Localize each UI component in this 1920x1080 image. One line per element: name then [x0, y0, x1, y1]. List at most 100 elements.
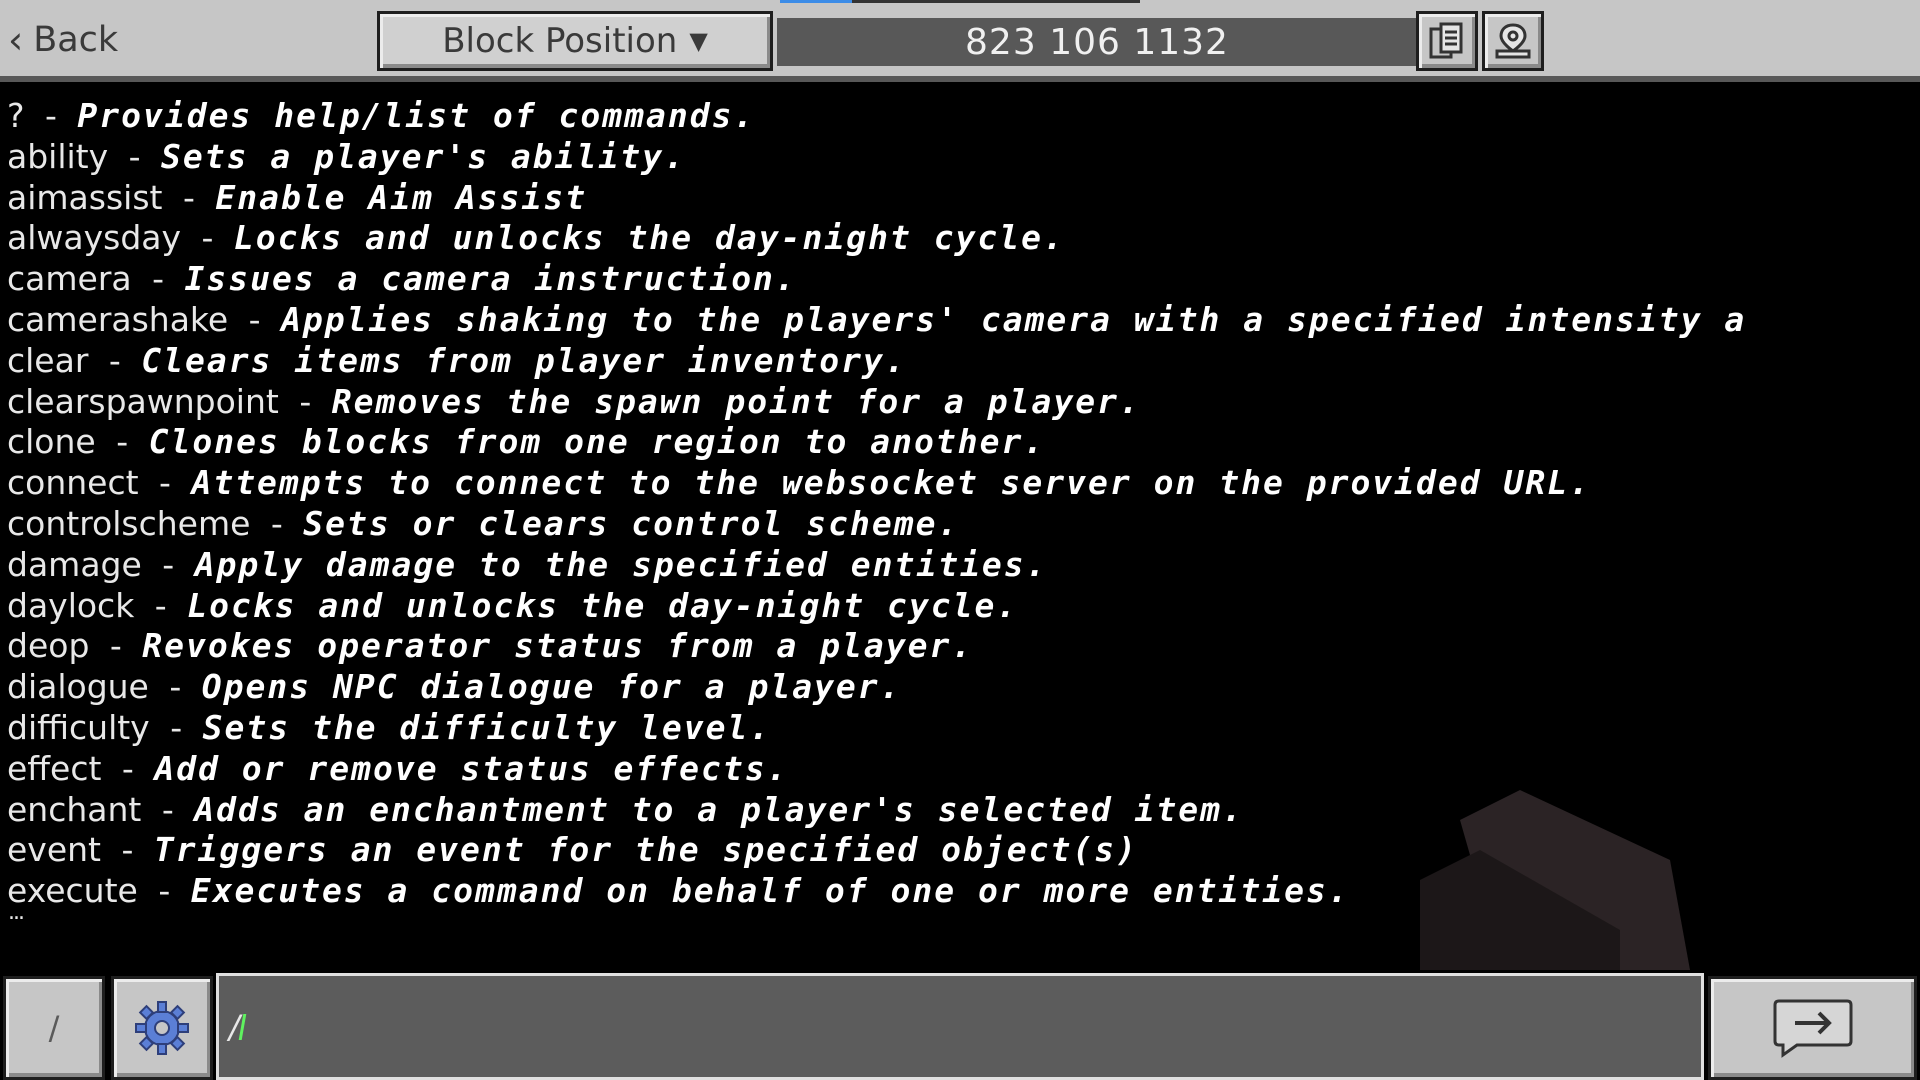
command-name: daylock: [7, 585, 135, 625]
command-name: dialogue: [7, 667, 149, 707]
command-description: Applies shaking to the players' camera w…: [281, 300, 1747, 339]
chat-line: aimassist - Enable Aim Assist: [7, 178, 587, 218]
chat-line: difficulty - Sets the difficulty level.: [7, 708, 771, 748]
command-separator: -: [128, 136, 141, 176]
command-description: Triggers an event for the specified obje…: [153, 830, 1138, 870]
command-description: Issues a camera instruction.: [184, 259, 797, 299]
command-separator: -: [248, 300, 261, 339]
game-screen: ‹ Back Block Position ▼ 823 106 1132 ? -…: [0, 0, 1920, 1080]
chat-output: ? - Provides help/list of commands. abili…: [0, 90, 1920, 970]
command-name: clearspawnpoint: [7, 381, 279, 421]
chat-line: daylock - Locks and unlocks the day-nigh…: [7, 586, 1018, 626]
command-name: event: [7, 830, 101, 870]
command-name: enchant: [7, 789, 142, 829]
chat-line: connect - Attempts to connect to the web…: [7, 463, 1591, 503]
command-separator: -: [108, 340, 121, 380]
command-description: Add or remove status effects.: [154, 748, 789, 788]
chat-line: deop - Revokes operator status from a pl…: [7, 626, 973, 666]
command-name: deop: [7, 626, 90, 666]
command-description: Locks and unlocks the day-night cycle.: [233, 218, 1065, 258]
command-separator: -: [152, 259, 165, 299]
command-name: camerashake: [7, 300, 229, 339]
command-description: Enable Aim Assist: [215, 177, 588, 217]
dropdown-label: Block Position: [442, 21, 678, 61]
gear-icon: [135, 1001, 189, 1055]
chat-line: alwaysday - Locks and unlocks the day-ni…: [7, 218, 1065, 258]
chat-line: clone - Clones blocks from one region to…: [7, 422, 1045, 462]
command-name: camera: [7, 259, 132, 299]
command-separator: -: [170, 708, 183, 747]
chat-settings-button[interactable]: [111, 976, 213, 1080]
command-separator: -: [154, 585, 167, 625]
command-name: difficulty: [7, 708, 150, 747]
coordinates-readout: 823 106 1132: [777, 18, 1417, 66]
command-description: Removes the spawn point for a player.: [331, 381, 1141, 421]
background-decoration: [1420, 790, 1690, 970]
chat-line: controlscheme - Sets or clears control s…: [7, 504, 959, 544]
command-description: Attempts to connect to the websocket ser…: [191, 463, 1591, 503]
bottom-bar: / /: [0, 970, 1920, 1080]
chat-line: event - Triggers an event for the specif…: [7, 830, 1138, 870]
slash-label: /: [48, 1009, 60, 1047]
tab-indicator-active: [780, 0, 852, 3]
chat-line: execute - Executes a command on behalf o…: [7, 871, 1350, 911]
caret-down-icon: ▼: [689, 27, 708, 55]
command-separator: -: [162, 544, 175, 584]
command-separator: -: [158, 871, 171, 911]
command-separator: -: [299, 381, 312, 421]
chat-line: dialogue - Opens NPC dialogue for a play…: [7, 667, 902, 707]
command-name: execute: [7, 871, 138, 911]
command-description: Sets a player's ability.: [161, 136, 686, 176]
command-separator: -: [270, 504, 283, 543]
send-button[interactable]: [1708, 976, 1917, 1080]
command-description: Apply damage to the specified entities.: [194, 544, 1048, 584]
back-button[interactable]: ‹ Back: [8, 14, 118, 66]
command-separator: -: [159, 463, 171, 503]
chat-line: clear - Clears items from player invento…: [7, 341, 907, 381]
command-separator: -: [169, 667, 182, 707]
command-name: connect: [7, 463, 139, 503]
command-name: aimassist: [7, 177, 163, 217]
command-description: Adds an enchantment to a player's select…: [194, 789, 1244, 829]
chat-input[interactable]: /: [216, 973, 1704, 1080]
command-name: clear: [7, 340, 89, 380]
command-name: controlscheme: [7, 504, 251, 543]
chat-line: enchant - Adds an enchantment to a playe…: [7, 790, 1244, 830]
command-name: ?: [7, 96, 25, 135]
chat-line: ? - Provides help/list of commands.: [7, 96, 755, 136]
chat-line: effect - Add or remove status effects.: [7, 749, 789, 789]
chat-line: clearspawnpoint - Removes the spawn poin…: [7, 382, 1141, 422]
command-separator: -: [182, 177, 195, 217]
command-description: Locks and unlocks the day-night cycle.: [187, 585, 1019, 625]
command-description: Sets or clears control scheme.: [303, 504, 960, 543]
copy-coordinates-button[interactable]: [1416, 11, 1478, 71]
chat-line: ability - Sets a player's ability.: [7, 137, 686, 177]
back-label: Back: [33, 20, 119, 60]
top-bar: ‹ Back Block Position ▼ 823 106 1132: [0, 0, 1920, 82]
command-separator: -: [45, 96, 57, 135]
command-description: Opens NPC dialogue for a player.: [201, 667, 902, 707]
command-separator: -: [109, 626, 122, 666]
position-mode-dropdown[interactable]: Block Position ▼: [377, 11, 773, 71]
command-name: clone: [7, 422, 96, 462]
command-description: Revokes operator status from a player.: [142, 626, 974, 666]
chat-line: camera - Issues a camera instruction.: [7, 259, 797, 299]
command-description: Sets the difficulty level.: [202, 708, 772, 747]
command-name: alwaysday: [7, 218, 182, 258]
command-description: Clears items from player inventory.: [141, 340, 907, 380]
chat-line: damage - Apply damage to the specified e…: [7, 545, 1048, 585]
command-name: ability: [7, 136, 109, 176]
slash-button[interactable]: /: [3, 976, 105, 1080]
command-description: Executes a command on behalf of one or m…: [190, 871, 1350, 911]
copy-icon: [1429, 22, 1463, 59]
command-description: Clones blocks from one region to another…: [148, 422, 1046, 462]
command-separator: -: [121, 748, 134, 788]
more-indicator: ...: [8, 900, 25, 925]
command-name: damage: [7, 544, 142, 584]
command-separator: -: [161, 789, 174, 829]
command-name: effect: [7, 748, 102, 788]
chat-line: camerashake - Applies shaking to the pla…: [7, 300, 1746, 340]
chevron-left-icon: ‹: [8, 18, 24, 62]
location-pin-icon: [1495, 23, 1531, 59]
teleport-button[interactable]: [1482, 11, 1544, 71]
